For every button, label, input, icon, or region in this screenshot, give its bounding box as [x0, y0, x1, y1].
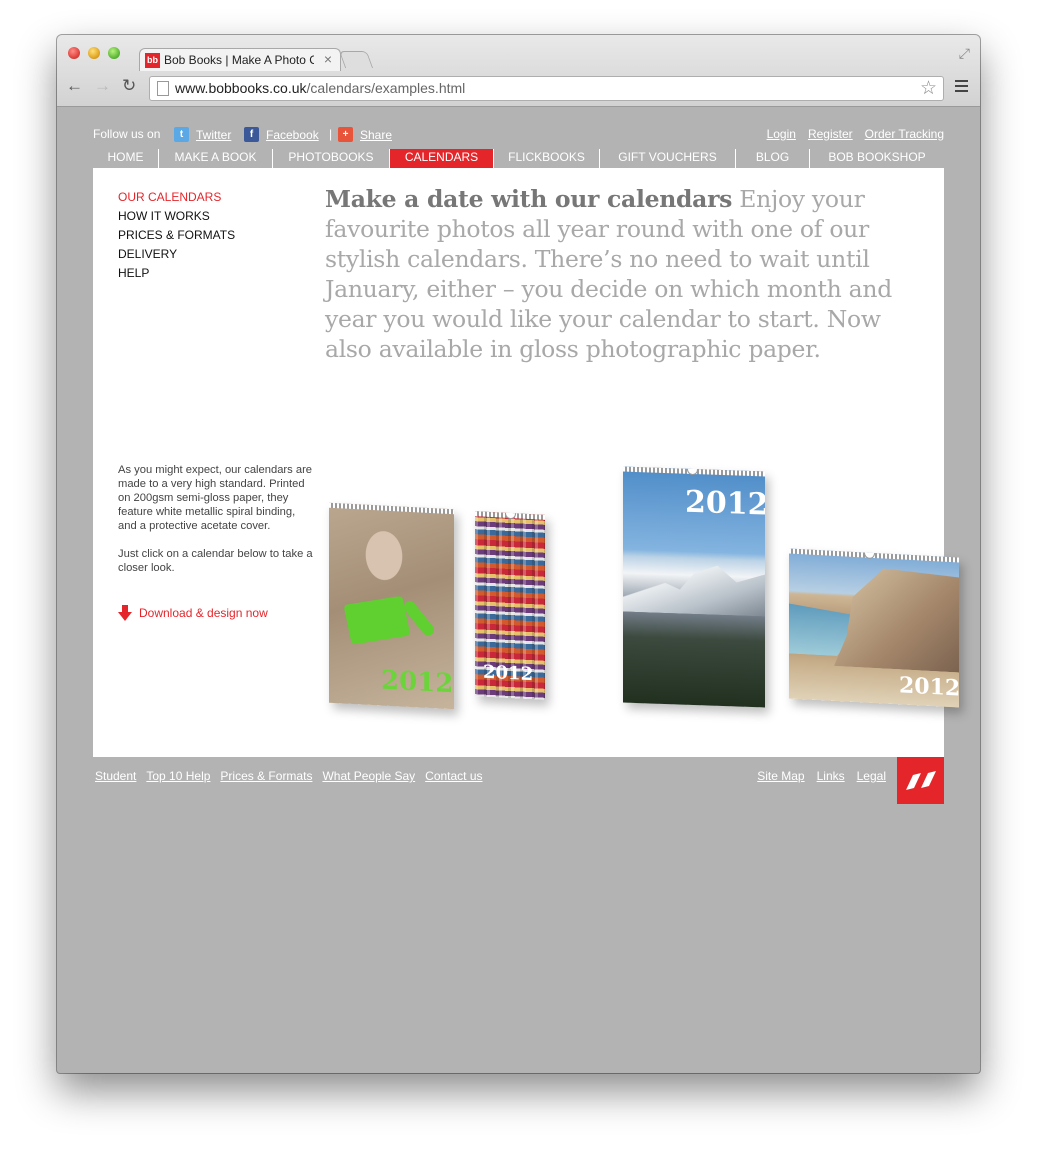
- main-nav: HOME MAKE A BOOK PHOTOBOOKS CALENDARS FL…: [93, 149, 944, 168]
- zoom-window-button[interactable]: [108, 47, 120, 59]
- footer-link-contact-us[interactable]: Contact us: [425, 769, 482, 783]
- side-menu: OUR CALENDARS HOW IT WORKS PRICES & FORM…: [118, 188, 235, 283]
- bookmark-star-icon[interactable]: ☆: [920, 77, 937, 100]
- spiral-binding: [329, 502, 454, 515]
- footer-link-prices-formats[interactable]: Prices & Formats: [220, 769, 312, 783]
- nav-make-a-book[interactable]: MAKE A BOOK: [159, 149, 273, 168]
- login-link[interactable]: Login: [767, 127, 796, 141]
- twitter-link-label[interactable]: Twitter: [196, 128, 231, 142]
- calendar-year: 2012: [899, 672, 959, 702]
- facebook-link[interactable]: f Facebook: [244, 127, 319, 142]
- user-links: Login Register Order Tracking: [767, 127, 944, 141]
- footer-link-top-10-help[interactable]: Top 10 Help: [146, 769, 210, 783]
- bobbooks-logo-icon: [906, 771, 936, 790]
- browser-window: bb Bob Books | Make A Photo Calendar × ⤢…: [57, 35, 980, 1073]
- page-icon: [157, 81, 169, 96]
- side-menu-how-it-works[interactable]: HOW IT WORKS: [118, 207, 235, 226]
- blurb-paragraph-1: As you might expect, our calendars are m…: [118, 464, 313, 532]
- url-path: /calendars/examples.html: [306, 80, 466, 96]
- fullscreen-icon[interactable]: ⤢: [959, 45, 970, 62]
- share-link-label[interactable]: Share: [360, 128, 392, 142]
- footer: Student Top 10 Help Prices & Formats Wha…: [93, 757, 944, 804]
- address-bar[interactable]: www.bobbooks.co.uk/calendars/examples.ht…: [149, 76, 944, 101]
- cliff: [834, 566, 959, 673]
- order-tracking-link[interactable]: Order Tracking: [865, 127, 944, 141]
- intro-blurb: As you might expect, our calendars are m…: [118, 463, 313, 589]
- browser-tab[interactable]: bb Bob Books | Make A Photo Calendar ×: [139, 48, 341, 71]
- nav-flickbooks[interactable]: FLICKBOOKS: [494, 149, 600, 168]
- follow-us-label: Follow us on: [93, 127, 161, 141]
- headline-bold: Make a date with our calendars: [325, 185, 733, 213]
- close-window-button[interactable]: [68, 47, 80, 59]
- facebook-link-label[interactable]: Facebook: [266, 128, 319, 142]
- content-panel: OUR CALENDARS HOW IT WORKS PRICES & FORM…: [93, 168, 959, 757]
- minimize-window-button[interactable]: [88, 47, 100, 59]
- bobbooks-favicon-icon: bb: [145, 53, 160, 68]
- side-menu-prices-formats[interactable]: PRICES & FORMATS: [118, 226, 235, 245]
- nav-blog[interactable]: BLOG: [736, 149, 810, 168]
- url-text[interactable]: www.bobbooks.co.uk/calendars/examples.ht…: [175, 80, 465, 96]
- calendar-year: 2012: [483, 661, 534, 686]
- nav-bob-bookshop[interactable]: BOB BOOKSHOP: [810, 149, 944, 168]
- nav-calendars[interactable]: CALENDARS: [390, 149, 494, 168]
- browser-chrome: bb Bob Books | Make A Photo Calendar × ⤢…: [57, 35, 980, 107]
- back-button[interactable]: ←: [66, 77, 83, 95]
- share-icon: +: [338, 127, 353, 142]
- nav-home[interactable]: HOME: [93, 149, 159, 168]
- download-design-link[interactable]: Download & design now: [118, 605, 268, 621]
- nav-gift-vouchers[interactable]: GIFT VOUCHERS: [600, 149, 736, 168]
- tab-title: Bob Books | Make A Photo Calendar: [164, 53, 314, 67]
- calendar-year: 2012: [381, 665, 454, 700]
- side-menu-our-calendars[interactable]: OUR CALENDARS: [118, 188, 235, 207]
- side-menu-delivery[interactable]: DELIVERY: [118, 245, 235, 264]
- share-link[interactable]: + Share: [338, 127, 392, 142]
- tab-close-icon[interactable]: ×: [324, 51, 332, 67]
- footer-right-links: Site Map Links Legal: [757, 769, 886, 783]
- top-bar: Follow us on t Twitter f Facebook | + Sh…: [93, 127, 944, 143]
- footer-link-links[interactable]: Links: [817, 769, 845, 783]
- headline: Make a date with our calendars Enjoy you…: [325, 184, 925, 364]
- footer-link-student[interactable]: Student: [95, 769, 136, 783]
- browser-menu-icon[interactable]: [955, 80, 968, 93]
- reload-button[interactable]: ↻: [122, 77, 136, 95]
- calendar-snowy-mountains[interactable]: 2012: [623, 466, 765, 708]
- blurb-paragraph-2: Just click on a calendar below to take a…: [118, 548, 313, 574]
- bobbooks-logo[interactable]: [897, 757, 944, 804]
- calendar-child-in-sand[interactable]: 2012: [329, 502, 454, 710]
- calendar-year: 2012: [685, 484, 765, 523]
- forward-button[interactable]: →: [94, 77, 111, 95]
- twitter-link[interactable]: t Twitter: [174, 127, 231, 142]
- download-label: Download & design now: [139, 606, 268, 620]
- social-separator: |: [329, 127, 333, 141]
- calendar-coastal-cliffs[interactable]: 2012: [789, 548, 959, 708]
- url-host: www.bobbooks.co.uk: [175, 80, 307, 96]
- new-tab-button[interactable]: [338, 51, 374, 68]
- footer-links: Student Top 10 Help Prices & Formats Wha…: [95, 769, 483, 783]
- side-menu-help[interactable]: HELP: [118, 264, 235, 283]
- footer-link-legal[interactable]: Legal: [857, 769, 886, 783]
- footer-link-site-map[interactable]: Site Map: [757, 769, 804, 783]
- mountain-range: [623, 552, 765, 617]
- download-arrow-icon: [118, 605, 132, 621]
- twitter-icon: t: [174, 127, 189, 142]
- green-bucket: [343, 595, 411, 645]
- footer-link-what-people-say[interactable]: What People Say: [322, 769, 415, 783]
- calendar-striped-pattern[interactable]: 2012: [475, 511, 545, 700]
- nav-photobooks[interactable]: PHOTOBOOKS: [273, 149, 390, 168]
- facebook-icon: f: [244, 127, 259, 142]
- register-link[interactable]: Register: [808, 127, 853, 141]
